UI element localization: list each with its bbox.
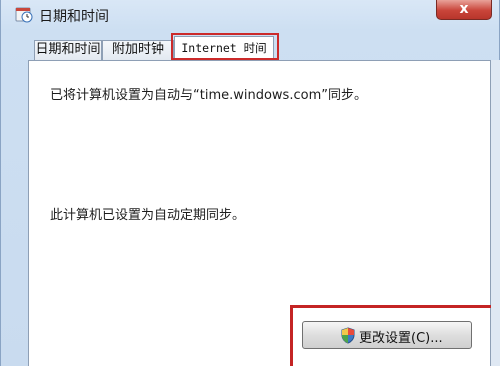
window-edge <box>491 60 500 366</box>
close-button[interactable]: x <box>436 0 492 20</box>
window-title: 日期和时间 <box>39 9 109 25</box>
button-highlight-box <box>290 305 497 366</box>
clock-icon <box>15 5 33 23</box>
sync-status-text: 已将计算机设置为自动与“time.windows.com”同步。 <box>50 88 367 103</box>
tab-highlight-box <box>171 33 279 60</box>
date-time-dialog: 日期和时间 x 日期和时间 附加时钟 Internet 时间 已将计算机设置为自… <box>0 0 500 366</box>
schedule-status-text: 此计算机已设置为自动定期同步。 <box>50 208 246 223</box>
tab-date-time[interactable]: 日期和时间 <box>34 40 102 60</box>
title-bar[interactable]: 日期和时间 x <box>1 0 500 30</box>
tab-additional-clocks[interactable]: 附加时钟 <box>102 40 174 60</box>
